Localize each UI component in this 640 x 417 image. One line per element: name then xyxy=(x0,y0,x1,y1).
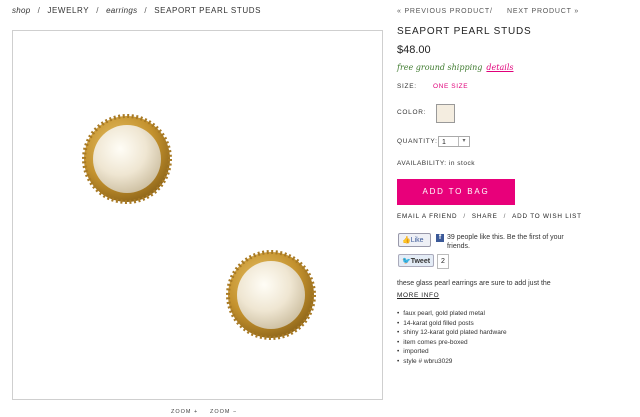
availability-status: AVAILABILITY: in stock xyxy=(397,160,475,167)
previous-product-link[interactable]: « PREVIOUS PRODUCT xyxy=(397,8,490,15)
share-link[interactable]: SHARE xyxy=(472,213,498,220)
add-to-bag-button[interactable]: ADD TO BAG xyxy=(397,179,515,205)
tweet-count: 2 xyxy=(437,254,449,269)
quantity-select[interactable]: 1 ▾ xyxy=(438,136,470,147)
color-swatch[interactable] xyxy=(436,104,455,123)
list-item: imported xyxy=(397,347,507,357)
zoom-out-button[interactable]: ZOOM − xyxy=(210,409,237,415)
breadcrumb-shop[interactable]: shop xyxy=(12,6,31,15)
size-label: SIZE: xyxy=(397,83,417,90)
nav-separator: / xyxy=(490,8,493,15)
quantity-label: QUANTITY: xyxy=(397,138,438,145)
list-item: style # wbru3029 xyxy=(397,357,507,367)
product-description: these glass pearl earrings are sure to a… xyxy=(397,280,551,287)
next-product-link[interactable]: NEXT PRODUCT » xyxy=(507,8,579,15)
thumbs-up-icon: 👍 xyxy=(402,237,411,244)
chevron-down-icon: ▾ xyxy=(458,137,469,146)
list-item: shiny 12-karat gold plated hardware xyxy=(397,328,506,338)
list-item: faux pearl, gold plated metal xyxy=(397,309,507,319)
shipping-details-link[interactable]: details xyxy=(486,63,513,72)
product-details-list: faux pearl, gold plated metal 14-karat g… xyxy=(397,309,507,367)
more-info-link[interactable]: MORE INFO xyxy=(397,292,439,299)
facebook-like-button[interactable]: 👍Like xyxy=(398,233,431,247)
wishlist-link[interactable]: ADD TO WISH LIST xyxy=(512,213,582,220)
breadcrumb-earrings[interactable]: earrings xyxy=(106,6,137,15)
zoom-in-button[interactable]: ZOOM + xyxy=(171,409,198,415)
tweet-button[interactable]: 🐦Tweet xyxy=(398,254,434,267)
like-label: Like xyxy=(410,237,424,244)
breadcrumb: shop / JEWELRY / earrings / SEAPORT PEARL STUD… xyxy=(12,6,262,15)
earring-left xyxy=(82,114,172,204)
earrings-image xyxy=(82,114,316,340)
list-item: item comes pre-boxed xyxy=(397,338,507,348)
breadcrumb-current: SEAPORT PEARL STUDS xyxy=(154,6,262,15)
product-price: $48.00 xyxy=(397,44,431,56)
shipping-info: free ground shipping details xyxy=(397,63,513,72)
twitter-bird-icon: 🐦 xyxy=(402,258,411,265)
share-links: EMAIL A FRIEND / SHARE / ADD TO WISH LIST xyxy=(397,213,582,220)
size-option[interactable]: ONE SIZE xyxy=(433,83,468,90)
email-friend-link[interactable]: EMAIL A FRIEND xyxy=(397,213,457,220)
tweet-label: Tweet xyxy=(410,258,431,265)
breadcrumb-jewelry[interactable]: JEWELRY xyxy=(47,6,89,15)
product-title: SEAPORT PEARL STUDS xyxy=(397,26,532,37)
earring-right xyxy=(226,250,316,340)
product-image[interactable] xyxy=(12,30,383,400)
color-label: COLOR: xyxy=(397,109,427,116)
like-count-text: 39 people like this. Be the first of you… xyxy=(447,234,564,250)
quantity-value: 1 xyxy=(442,139,446,146)
list-item: 14-karat gold filled posts xyxy=(397,319,507,329)
facebook-icon: f xyxy=(436,234,444,242)
shipping-text: free ground shipping xyxy=(397,63,483,72)
